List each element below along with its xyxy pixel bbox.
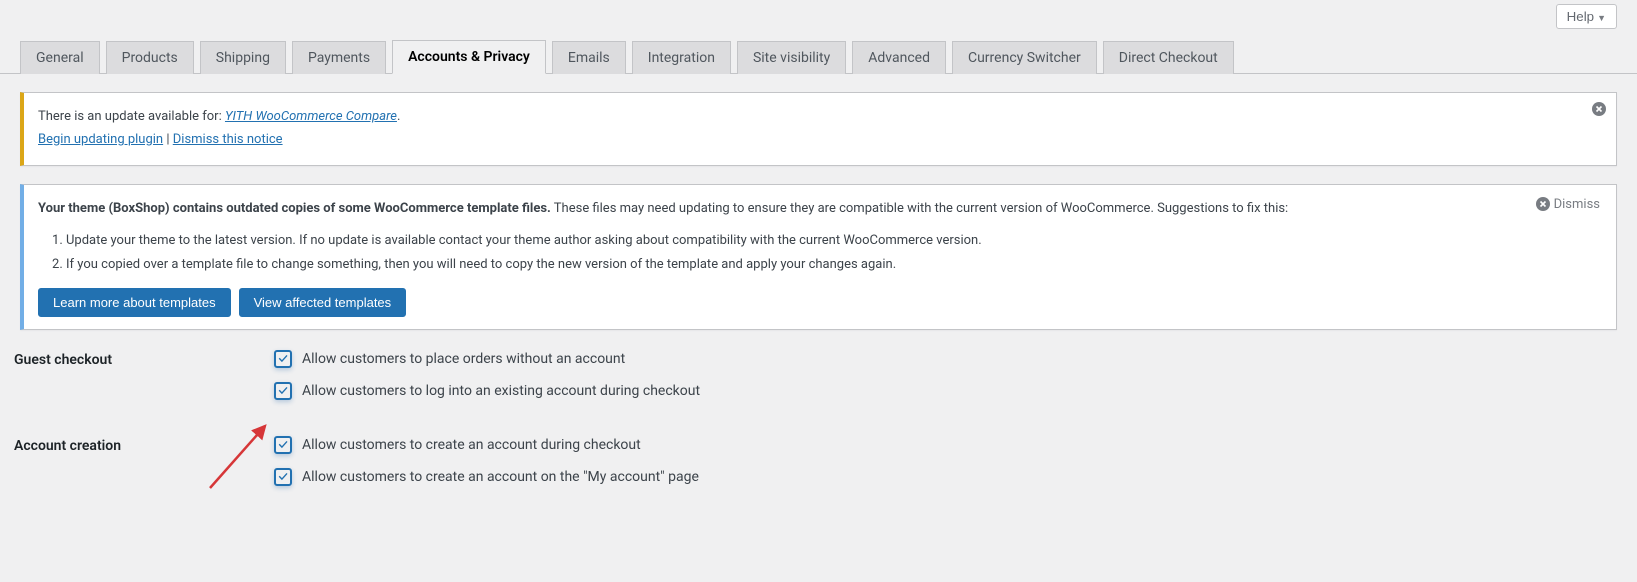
checkbox-label: Allow customers to create an account on … <box>302 469 699 485</box>
tab-direct-checkout[interactable]: Direct Checkout <box>1103 41 1234 74</box>
guest-checkout-heading: Guest checkout <box>14 350 274 368</box>
list-item: Update your theme to the latest version.… <box>66 229 1576 252</box>
account-creation-heading: Account creation <box>14 436 274 454</box>
tab-label: Products <box>122 50 178 66</box>
settings-form: Guest checkout Allow customers to place … <box>0 330 1637 500</box>
update-actions: Begin updating plugin | Dismiss this not… <box>38 130 1576 151</box>
tab-label: Emails <box>568 50 610 66</box>
account-creation-checkout-checkbox[interactable] <box>274 436 292 454</box>
tab-shipping[interactable]: Shipping <box>200 41 286 74</box>
close-icon <box>1592 102 1606 116</box>
update-notice: There is an update available for: YITH W… <box>20 92 1617 166</box>
dismiss-template-notice-button[interactable]: Dismiss <box>1536 197 1600 212</box>
tab-label: Accounts & Privacy <box>408 49 530 65</box>
view-affected-button[interactable]: View affected templates <box>239 288 407 317</box>
tab-label: Advanced <box>868 50 930 66</box>
tab-label: Direct Checkout <box>1119 50 1218 66</box>
dismiss-label: Dismiss <box>1554 197 1600 212</box>
tab-products[interactable]: Products <box>106 41 194 74</box>
tab-payments[interactable]: Payments <box>292 41 386 74</box>
tab-label: Payments <box>308 50 370 66</box>
help-button[interactable]: Help▼ <box>1556 4 1617 29</box>
guest-checkout-allow-checkbox[interactable] <box>274 350 292 368</box>
template-notice: Dismiss Your theme (BoxShop) contains ou… <box>20 184 1617 331</box>
update-notice-text: There is an update available for: YITH W… <box>38 107 1576 128</box>
tab-emails[interactable]: Emails <box>552 41 626 74</box>
dismiss-notice-button[interactable] <box>1592 101 1606 120</box>
tab-site-visibility[interactable]: Site visibility <box>737 41 846 74</box>
tab-general[interactable]: General <box>20 41 100 74</box>
account-creation-myaccount-checkbox[interactable] <box>274 468 292 486</box>
checkbox-label: Allow customers to create an account dur… <box>302 437 641 453</box>
separator: | <box>163 132 173 147</box>
begin-updating-link[interactable]: Begin updating plugin <box>38 132 163 147</box>
settings-tabs: General Products Shipping Payments Accou… <box>0 29 1637 74</box>
template-notice-after: These files may need updating to ensure … <box>551 201 1288 216</box>
tab-label: Currency Switcher <box>968 50 1081 66</box>
close-icon <box>1536 197 1550 211</box>
template-notice-bold: Your theme (BoxShop) contains outdated c… <box>38 201 551 216</box>
tab-integration[interactable]: Integration <box>632 41 731 74</box>
update-suffix: . <box>397 109 400 124</box>
learn-more-button[interactable]: Learn more about templates <box>38 288 231 317</box>
list-item: If you copied over a template file to ch… <box>66 253 1576 276</box>
checkbox-label: Allow customers to place orders without … <box>302 351 625 367</box>
tab-advanced[interactable]: Advanced <box>852 41 946 74</box>
help-label: Help <box>1567 9 1594 24</box>
plugin-link[interactable]: YITH WooCommerce Compare <box>225 109 397 124</box>
update-prefix: There is an update available for: <box>38 109 225 124</box>
dismiss-notice-link[interactable]: Dismiss this notice <box>173 132 283 147</box>
tab-accounts-privacy[interactable]: Accounts & Privacy <box>392 40 546 74</box>
guest-checkout-login-checkbox[interactable] <box>274 382 292 400</box>
tab-currency-switcher[interactable]: Currency Switcher <box>952 41 1097 74</box>
tab-label: Site visibility <box>753 50 830 66</box>
template-fix-list: Update your theme to the latest version.… <box>66 229 1576 276</box>
tab-label: General <box>36 50 84 66</box>
checkbox-label: Allow customers to log into an existing … <box>302 383 700 399</box>
template-notice-heading: Your theme (BoxShop) contains outdated c… <box>38 199 1576 220</box>
tab-label: Shipping <box>216 50 270 66</box>
chevron-down-icon: ▼ <box>1597 13 1606 23</box>
tab-label: Integration <box>648 50 715 66</box>
